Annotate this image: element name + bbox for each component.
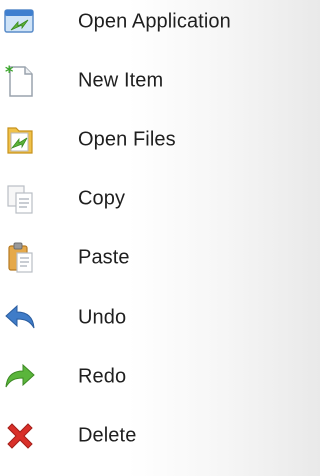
undo-icon (5, 304, 35, 329)
menu-item-label: Open Application (78, 10, 231, 33)
menu-item-copy[interactable]: Copy (0, 177, 276, 221)
menu-item-label: Delete (78, 424, 137, 447)
menu-item-label: Paste (78, 246, 130, 269)
open-files-icon (7, 127, 33, 154)
menu-item-open-files[interactable]: Open Files (0, 118, 276, 162)
menu-item-paste[interactable]: Paste (0, 236, 276, 280)
delete-icon (7, 423, 33, 449)
paste-icon (8, 242, 33, 273)
svg-text:*: * (5, 63, 14, 81)
menu-item-label: Copy (78, 187, 126, 210)
menu-item-label: Open Files (78, 128, 176, 151)
menu-item-label: Redo (78, 365, 127, 388)
menu-item-label: New Item (78, 69, 164, 92)
menu-item-redo[interactable]: Redo (0, 355, 276, 399)
copy-icon (7, 185, 33, 214)
redo-icon (5, 363, 35, 388)
new-item-icon: * (5, 63, 33, 97)
menu-item-label: Undo (78, 306, 127, 329)
menu-item-new-item[interactable]: * New Item (0, 59, 276, 103)
menu-item-open-application[interactable]: Open Application (0, 0, 276, 44)
command-menu: Open Application * New Item Open Files C… (0, 0, 276, 476)
open-application-icon (4, 9, 34, 33)
menu-item-undo[interactable]: Undo (0, 296, 276, 340)
menu-item-delete[interactable]: Delete (0, 414, 276, 458)
